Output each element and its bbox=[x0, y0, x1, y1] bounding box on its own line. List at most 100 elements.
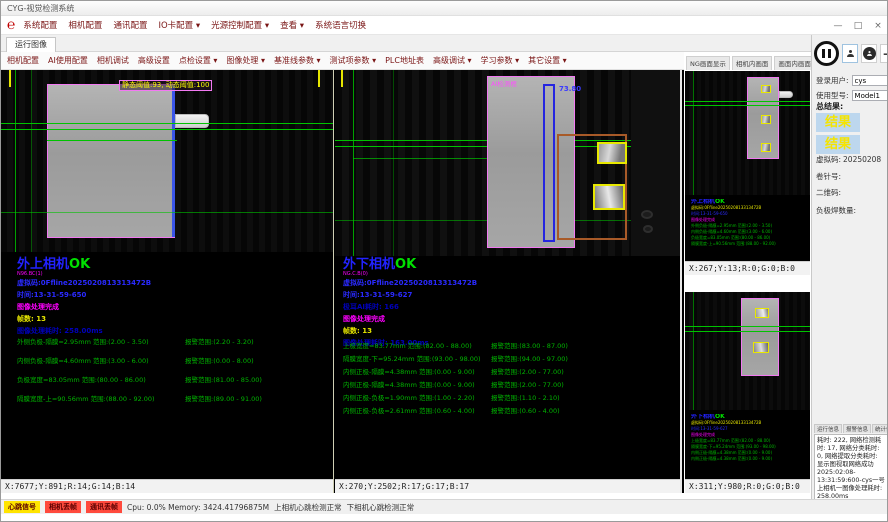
tab-run-image[interactable]: 运行图像 bbox=[6, 37, 56, 52]
menu-comm-config[interactable]: 通讯配置 bbox=[113, 19, 147, 31]
pause-icon bbox=[822, 49, 825, 58]
user-icon bbox=[847, 50, 854, 57]
virtual-code-value: 20250208 bbox=[843, 155, 881, 164]
left-result-block: 外上相机OK N96.BC(1) 虚拟码:0Ffline202502081331… bbox=[17, 258, 151, 337]
center-measurements: 上极宽度=83.77mm 范围:(82.00 - 88.00)报警范围:(83.… bbox=[343, 340, 568, 418]
total-result-label: 总结果: bbox=[816, 101, 843, 112]
app-logo-icon: ℮ bbox=[7, 17, 15, 34]
pause-button[interactable] bbox=[814, 41, 839, 66]
model-row: 使用型号: bbox=[816, 90, 888, 101]
menu-system-config[interactable]: 系统配置 bbox=[23, 19, 57, 31]
user-dark-icon bbox=[863, 47, 876, 60]
tool-ai-config[interactable]: AI使用配置 bbox=[48, 55, 88, 66]
measurement-row: 负极宽度=83.05mm 范围:(80.00 - 86.00)报警范围:(81.… bbox=[17, 374, 262, 393]
center-code-line: 虚拟码:0Ffline2025020813313472B bbox=[343, 277, 477, 289]
close-icon[interactable]: × bbox=[871, 21, 885, 31]
left-camera-image[interactable]: 静态阈值:93, 动态阈值:100 bbox=[1, 70, 333, 252]
measurement-row: 上极宽度=83.77mm 范围:(82.00 - 88.00)报警范围:(83.… bbox=[343, 340, 568, 353]
user-login-button[interactable] bbox=[842, 44, 858, 63]
virtual-code-label: 虚拟码: bbox=[816, 154, 841, 165]
result-box-1: 结果 bbox=[816, 113, 860, 132]
tab-camera-view-1[interactable]: 相机内画面 bbox=[732, 56, 773, 70]
tool-baseline-params[interactable]: 基准线参数 ▾ bbox=[274, 55, 321, 66]
thumbnail-1[interactable]: 外上相机OK 虚拟码:0Ffline2025020813313472B 时间:1… bbox=[685, 71, 810, 275]
log-box[interactable]: 耗时: 222, 网络检测耗时: 17, 网络分类耗时: 0, 网络提取分类耗时… bbox=[814, 434, 888, 508]
machine-detail bbox=[641, 210, 653, 219]
toolbar: 相机配置 AI使用配置 相机调试 高级设置 点检设置 ▾ 图像处理 ▾ 基准线参… bbox=[1, 52, 684, 70]
green-guide-line bbox=[393, 70, 394, 256]
model-input[interactable] bbox=[852, 90, 888, 101]
tool-image-processing[interactable]: 图像处理 ▾ bbox=[226, 55, 265, 66]
tool-advanced-debug[interactable]: 高级调试 ▾ bbox=[433, 55, 472, 66]
tool-advanced-settings[interactable]: 高级设置 bbox=[138, 55, 170, 66]
minimize-icon[interactable]: — bbox=[831, 21, 845, 31]
tab-detect-box bbox=[753, 342, 769, 353]
tab-detect-box bbox=[593, 184, 625, 210]
tool-other-settings[interactable]: 其它设置 ▾ bbox=[528, 55, 567, 66]
threshold-overlay-label: 静态阈值:93, 动态阈值:100 bbox=[119, 80, 212, 91]
tab-detect-box bbox=[597, 142, 627, 164]
center-done-line: 图像处理完成 bbox=[343, 313, 477, 325]
blue-edge-line bbox=[172, 85, 175, 237]
menu-camera-config[interactable]: 相机配置 bbox=[68, 19, 102, 31]
user-switch-button[interactable] bbox=[861, 44, 877, 63]
tool-camera-debug[interactable]: 相机调试 bbox=[97, 55, 129, 66]
tab-connector bbox=[779, 91, 793, 98]
green-measure-line bbox=[47, 140, 177, 141]
center-camera-image[interactable]: AI检测框 73.80 bbox=[335, 70, 680, 256]
cpu-memory-text: Cpu: 0.0% Memory: 3424.41796875M bbox=[127, 503, 269, 512]
tool-camera-config[interactable]: 相机配置 bbox=[7, 55, 39, 66]
ai-measure-value: 73.80 bbox=[559, 85, 581, 93]
tab-detect-box bbox=[755, 308, 769, 318]
measurement-row: 隔膜宽度-上=90.56mm 范围:(88.00 - 92.00)报警范围:(8… bbox=[17, 393, 262, 412]
green-guide-line bbox=[31, 70, 32, 252]
menu-view[interactable]: 查看 ▾ bbox=[280, 19, 304, 31]
result-box-2: 结果 bbox=[816, 135, 860, 154]
tool-spot-check[interactable]: 点检设置 ▾ bbox=[179, 55, 218, 66]
log-tab-stats[interactable]: 统计信息 bbox=[872, 424, 888, 433]
tool-learning-params[interactable]: 学习参数 ▾ bbox=[481, 55, 520, 66]
left-code-line: 虚拟码:0Ffline2025020813313472B bbox=[17, 277, 151, 289]
log-tab-run[interactable]: 运行信息 bbox=[814, 424, 842, 433]
lower-camera-heartbeat: 下相机心跳检测正常 bbox=[347, 502, 415, 513]
thumbnail-2[interactable]: 外下相机OK 虚拟码:0Ffline2025020813313472B 时间:1… bbox=[685, 292, 810, 493]
green-measure-line bbox=[685, 326, 810, 327]
menu-io-config[interactable]: IO卡配置 ▾ bbox=[158, 19, 200, 31]
center-pixel-status: X:270;Y:2502;R:17;G:17;B:17 bbox=[335, 479, 680, 493]
tab-connector bbox=[175, 114, 209, 128]
maximize-icon[interactable]: □ bbox=[851, 21, 865, 31]
green-guide-line bbox=[15, 70, 16, 252]
left-frame-line: 帧数: 13 bbox=[17, 313, 151, 325]
yellow-tick bbox=[318, 70, 320, 87]
heartbeat-badge: 心跳信号 bbox=[4, 501, 40, 513]
needle-row: 卷针号: bbox=[816, 171, 843, 182]
left-done-line: 图像处理完成 bbox=[17, 301, 151, 313]
center-time-line: 时间:13-31-59-627 bbox=[343, 289, 477, 301]
qrcode-label: 二维码: bbox=[816, 187, 841, 198]
thumbnail-2-image bbox=[685, 292, 810, 410]
exit-button[interactable]: ⇥ bbox=[880, 44, 888, 63]
machine-background bbox=[631, 70, 680, 256]
green-guide-line bbox=[693, 71, 694, 195]
green-guide-line bbox=[693, 292, 694, 410]
tool-test-params[interactable]: 测试项参数 ▾ bbox=[330, 55, 377, 66]
green-guide-line bbox=[353, 70, 354, 256]
login-user-input[interactable] bbox=[852, 75, 888, 86]
thumbnail-1-status: X:267;Y:13;R:0;G:0;B:0 bbox=[685, 261, 810, 275]
menu-bar: ℮ 系统配置 相机配置 通讯配置 IO卡配置 ▾ 光源控制配置 ▾ 查看 ▾ 系… bbox=[1, 16, 888, 35]
left-camera-panel: 静态阈值:93, 动态阈值:100 外上相机OK N96.BC(1) 虚拟码:0… bbox=[1, 70, 334, 493]
tab-camera-view-2[interactable]: 画面内画面 bbox=[774, 56, 815, 70]
result-ok: OK bbox=[69, 257, 90, 272]
thumbnail-1-text: 外上相机OK 虚拟码:0Ffline2025020813313472B 时间:1… bbox=[691, 199, 776, 247]
menu-light-config[interactable]: 光源控制配置 ▾ bbox=[211, 19, 269, 31]
control-buttons: ⇥ bbox=[814, 41, 888, 66]
menu-language-switch[interactable]: 系统语言切换 bbox=[315, 19, 366, 31]
camera-drop-badge: 相机丢帧 bbox=[45, 501, 81, 513]
tab-ng-display[interactable]: NG画面显示 bbox=[686, 56, 730, 70]
window-controls: — □ × bbox=[831, 16, 885, 35]
green-measure-line bbox=[1, 212, 333, 213]
log-tab-alarm[interactable]: 报警信息 bbox=[843, 424, 871, 433]
tool-plc-address[interactable]: PLC地址表 bbox=[385, 55, 424, 66]
thumbnail-column: 外上相机OK 虚拟码:0Ffline2025020813313472B 时间:1… bbox=[684, 70, 811, 493]
green-measure-line bbox=[1, 129, 333, 130]
